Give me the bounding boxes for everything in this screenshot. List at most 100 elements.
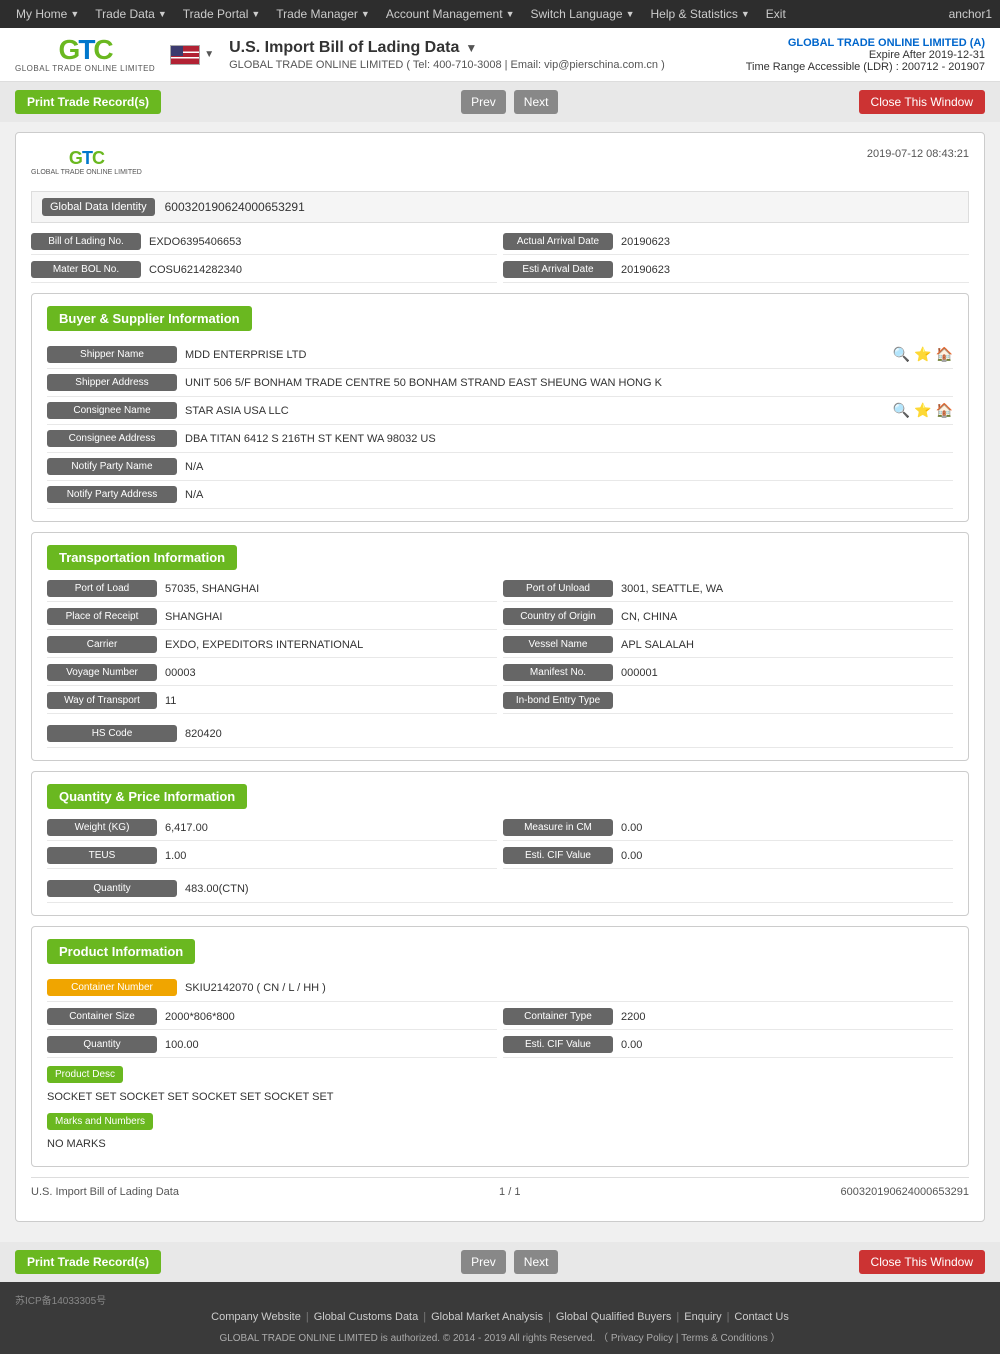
quantity-price-header: Quantity & Price Information [47,784,247,809]
container-type-value: 2200 [621,1011,645,1023]
weight-value: 6,417.00 [165,822,208,834]
close-button-bottom[interactable]: Close This Window [859,1250,985,1274]
voyage-number-label: Voyage Number [47,664,157,681]
bol-no-row: Bill of Lading No. EXDO6395406653 [31,233,497,255]
product-desc-label: Product Desc [47,1066,123,1083]
consignee-name-label: Consignee Name [47,402,177,419]
vessel-name-value: APL SALALAH [621,639,694,651]
shipper-search-icon[interactable]: 🔍 [893,346,910,363]
shipper-name-value: MDD ENTERPRISE LTD [185,349,885,361]
product-fields: Container Size 2000*806*800 Container Ty… [47,1008,953,1058]
product-header: Product Information [47,939,195,964]
master-bol-row: Mater BOL No. COSU6214282340 [31,261,497,283]
icp-number: 苏ICP备14033305号 [15,1292,985,1307]
prev-button-bottom[interactable]: Prev [461,1250,506,1274]
actual-arrival-label: Actual Arrival Date [503,233,613,250]
notify-party-addr-row: Notify Party Address N/A [47,481,953,509]
consignee-addr-row: Consignee Address DBA TITAN 6412 S 216TH… [47,425,953,453]
close-button-top[interactable]: Close This Window [859,90,985,114]
gtc-logo: GTC GLOBAL TRADE ONLINE LIMITED [15,36,155,73]
expire-date: Expire After 2019-12-31 [746,49,985,61]
card-header: GTC GLOBAL TRADE ONLINE LIMITED 2019-07-… [31,148,969,176]
nav-trade-manager[interactable]: Trade Manager ▼ [268,0,378,28]
product-esti-cif-row: Esti. CIF Value 0.00 [503,1036,953,1058]
bottom-footer: 苏ICP备14033305号 Company Website | Global … [0,1282,1000,1354]
nav-trade-data[interactable]: Trade Data ▼ [87,0,175,28]
shipper-name-label: Shipper Name [47,346,177,363]
main-content: GTC GLOBAL TRADE ONLINE LIMITED 2019-07-… [0,122,1000,1242]
print-button-top[interactable]: Print Trade Record(s) [15,90,161,114]
nav-switch-language[interactable]: Switch Language ▼ [523,0,643,28]
footer-link-company[interactable]: Company Website [211,1311,301,1323]
footer-record-middle: 1 / 1 [499,1186,520,1198]
product-desc-container: Product Desc SOCKET SET SOCKET SET SOCKE… [47,1066,953,1107]
prev-button-top[interactable]: Prev [461,90,506,114]
hs-code-label: HS Code [47,725,177,742]
consignee-search-icon[interactable]: 🔍 [893,402,910,419]
manifest-row: Manifest No. 000001 [503,664,953,686]
teus-row: TEUS 1.00 [47,847,497,869]
product-desc-value: SOCKET SET SOCKET SET SOCKET SET SOCKET … [47,1087,953,1107]
notify-party-value: N/A [185,461,953,473]
transportation-fields: Port of Load 57035, SHANGHAI Port of Unl… [47,580,953,714]
notify-party-addr-value: N/A [185,489,953,501]
actual-arrival-value: 20190623 [621,236,670,248]
shipper-star-icon[interactable]: ⭐ [914,346,931,363]
nav-exit[interactable]: Exit [758,0,794,28]
buyer-supplier-header: Buyer & Supplier Information [47,306,252,331]
way-transport-label: Way of Transport [47,692,157,709]
bol-no-label: Bill of Lading No. [31,233,141,250]
country-origin-label: Country of Origin [503,608,613,625]
quantity-row: Quantity 483.00(CTN) [47,875,953,903]
consignee-star-icon[interactable]: ⭐ [914,402,931,419]
place-receipt-row: Place of Receipt SHANGHAI [47,608,497,630]
quantity-value: 483.00(CTN) [185,883,953,895]
footer-record-bar: U.S. Import Bill of Lading Data 1 / 1 60… [31,1177,969,1206]
next-button-bottom[interactable]: Next [514,1250,559,1274]
carrier-value: EXDO, EXPEDITORS INTERNATIONAL [165,639,363,651]
logo-area: GTC GLOBAL TRADE ONLINE LIMITED [15,36,155,73]
shipper-addr-label: Shipper Address [47,374,177,391]
port-unload-label: Port of Unload [503,580,613,597]
master-bol-value: COSU6214282340 [149,264,242,276]
place-receipt-label: Place of Receipt [47,608,157,625]
anchor-label: anchor1 [949,7,992,21]
container-number-row: Container Number SKIU2142070 ( CN / L / … [47,974,953,1002]
footer-link-customs[interactable]: Global Customs Data [314,1311,419,1323]
port-unload-value: 3001, SEATTLE, WA [621,583,723,595]
transportation-section: Transportation Information Port of Load … [31,532,969,761]
consignee-addr-label: Consignee Address [47,430,177,447]
next-button-top[interactable]: Next [514,90,559,114]
print-button-bottom[interactable]: Print Trade Record(s) [15,1250,161,1274]
marks-label: Marks and Numbers [47,1113,153,1130]
footer-record-right: 600320190624000653291 [841,1186,969,1198]
footer-link-enquiry[interactable]: Enquiry [684,1311,721,1323]
shipper-home-icon[interactable]: 🏠 [936,346,953,363]
consignee-name-value: STAR ASIA USA LLC [185,405,885,417]
global-data-identity-value: 600320190624000653291 [165,200,305,214]
consignee-name-row: Consignee Name STAR ASIA USA LLC 🔍 ⭐ 🏠 [47,397,953,425]
global-data-identity-row: Global Data Identity 6003201906240006532… [31,191,969,223]
country-origin-value: CN, CHINA [621,611,677,623]
consignee-addr-value: DBA TITAN 6412 S 216TH ST KENT WA 98032 … [185,433,953,445]
language-selector[interactable]: ▼ [170,45,214,65]
inbond-row: In-bond Entry Type [503,692,953,714]
nav-trade-portal[interactable]: Trade Portal ▼ [175,0,269,28]
teus-label: TEUS [47,847,157,864]
nav-my-home[interactable]: My Home ▼ [8,0,87,28]
footer-link-contact[interactable]: Contact Us [734,1311,788,1323]
carrier-label: Carrier [47,636,157,653]
nav-help-statistics[interactable]: Help & Statistics ▼ [643,0,758,28]
manifest-value: 000001 [621,667,658,679]
footer-link-buyers[interactable]: Global Qualified Buyers [556,1311,672,1323]
title-dropdown-icon[interactable]: ▼ [465,41,477,55]
notify-party-addr-label: Notify Party Address [47,486,177,503]
container-type-row: Container Type 2200 [503,1008,953,1030]
record-date: 2019-07-12 08:43:21 [867,148,969,160]
header-right-info: GLOBAL TRADE ONLINE LIMITED (A) Expire A… [746,37,985,73]
footer-link-market[interactable]: Global Market Analysis [431,1311,543,1323]
teus-value: 1.00 [165,850,186,862]
nav-account-management[interactable]: Account Management ▼ [378,0,523,28]
way-transport-value: 11 [165,695,176,707]
consignee-home-icon[interactable]: 🏠 [936,402,953,419]
